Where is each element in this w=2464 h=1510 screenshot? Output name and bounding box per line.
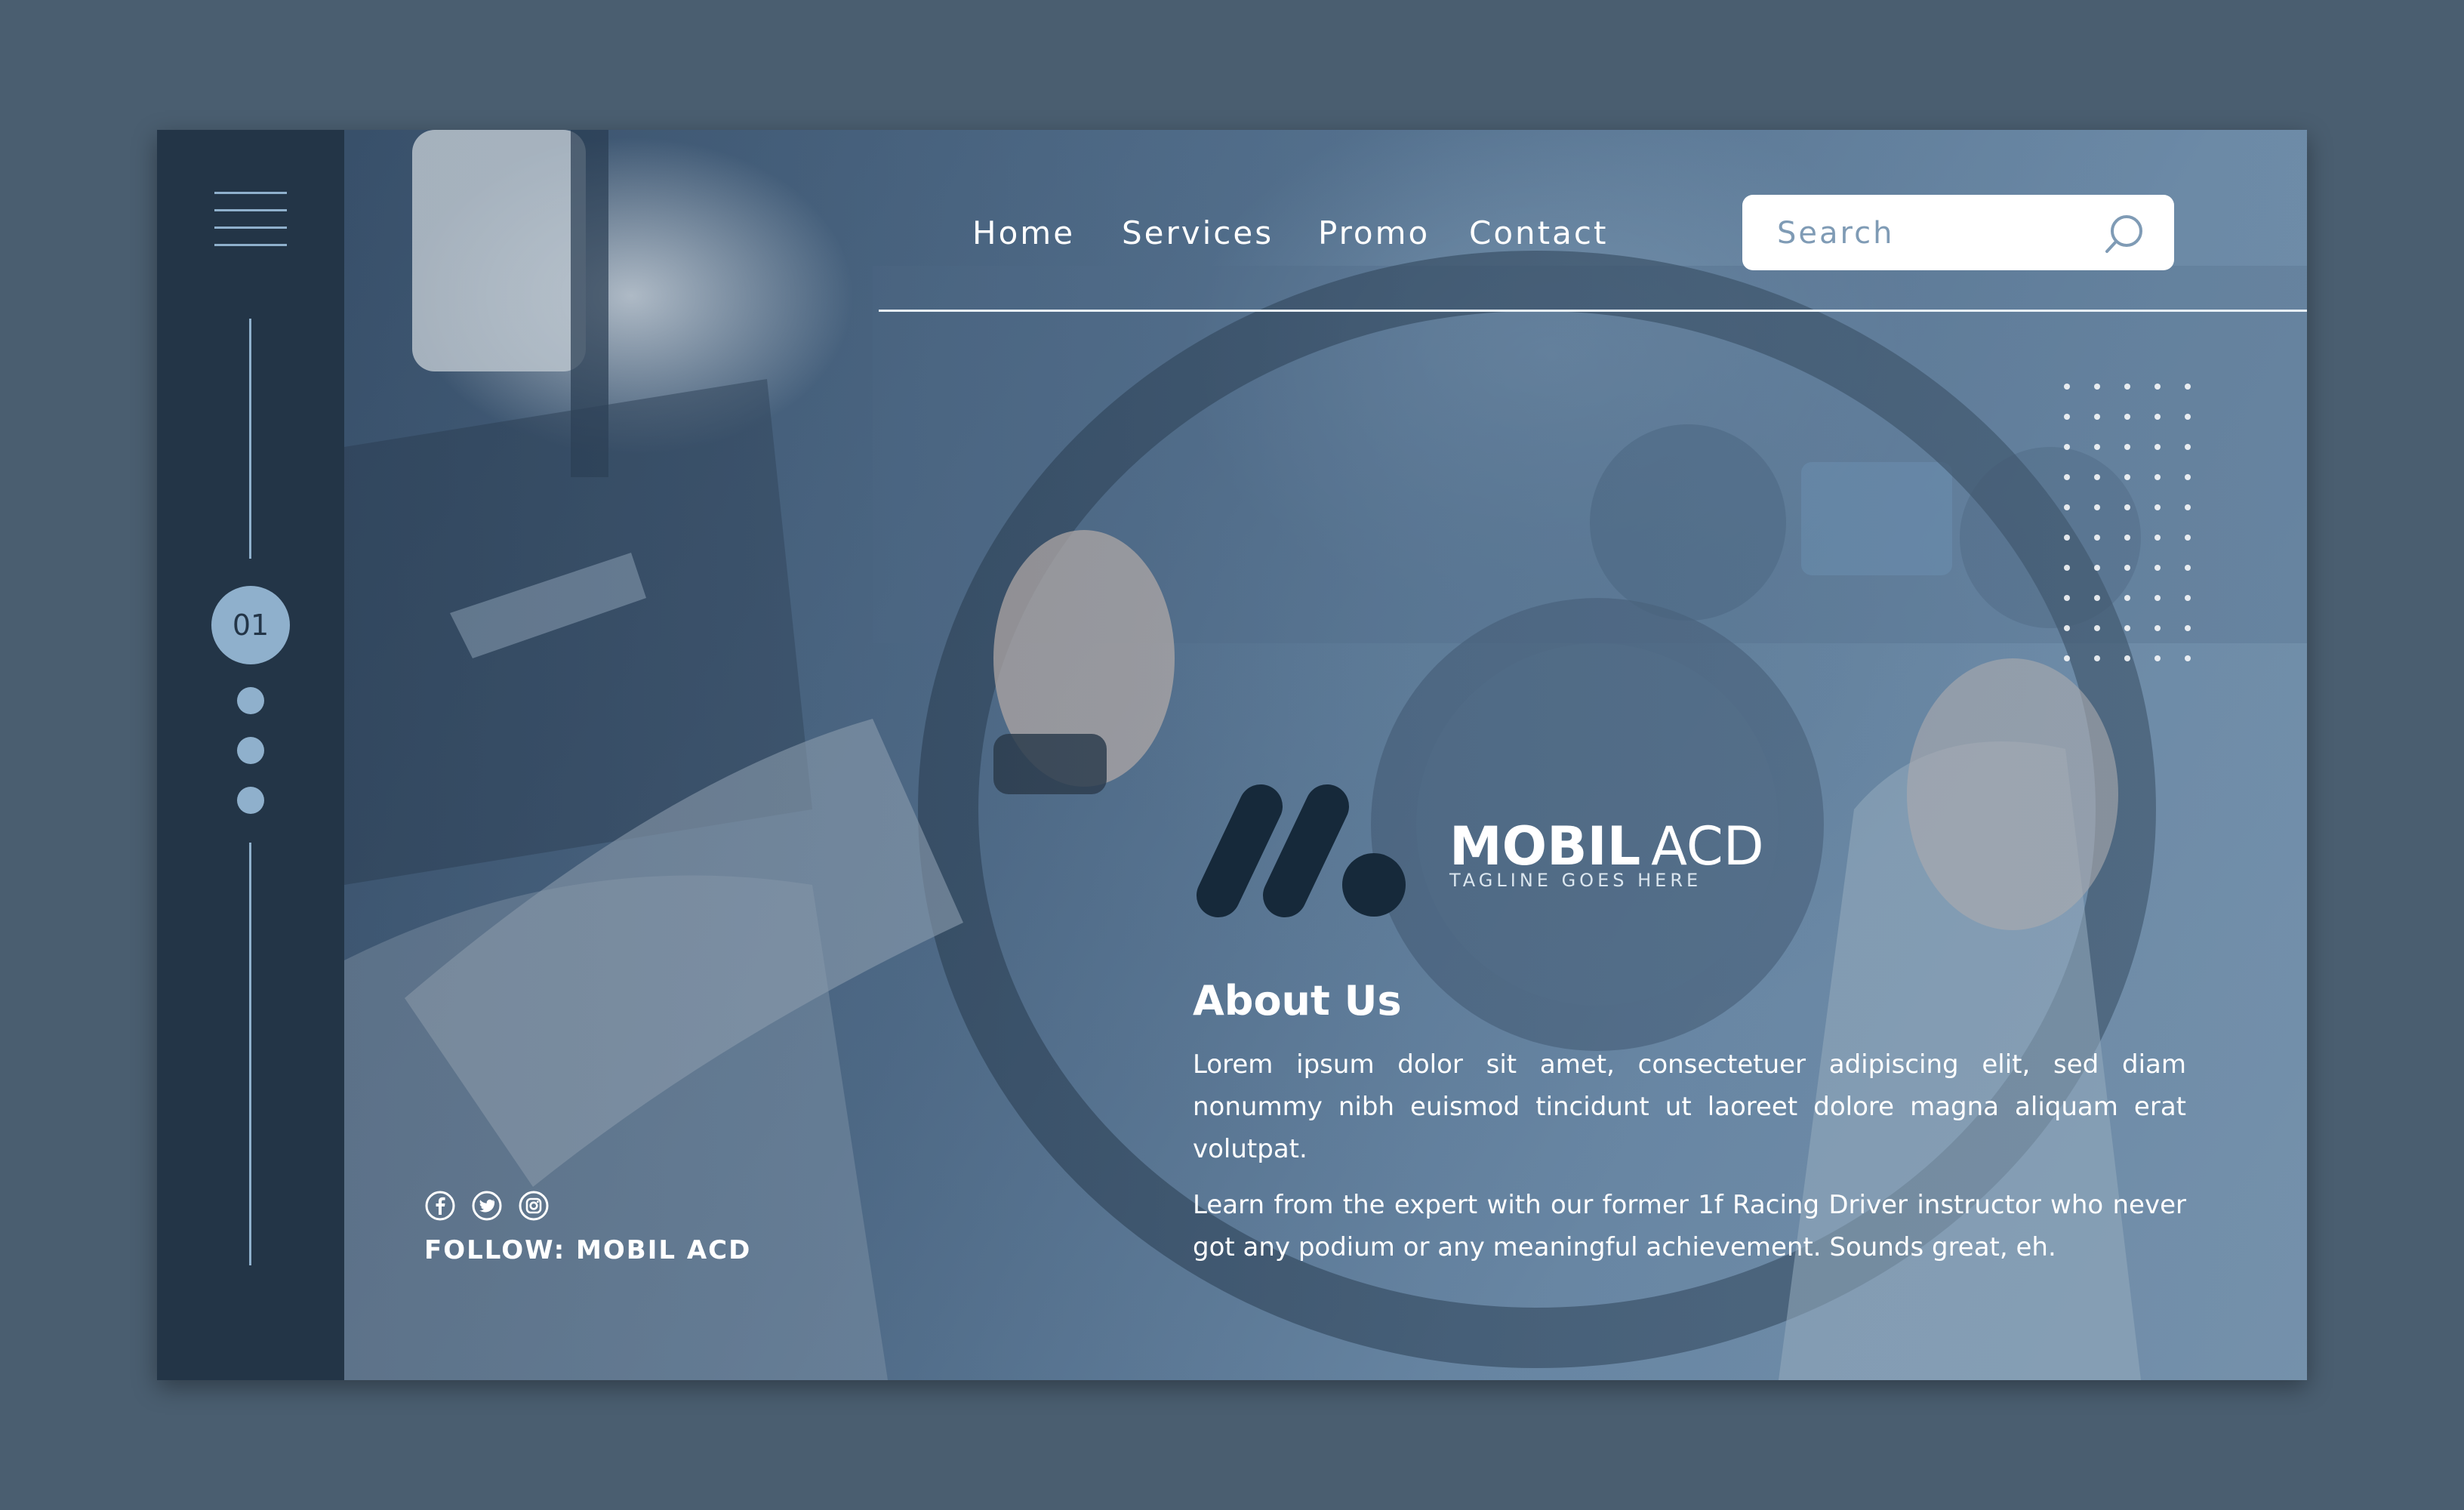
brand-name-bold: MOBIL: [1449, 815, 1641, 877]
search-box: [1742, 195, 2174, 270]
search-icon[interactable]: [2102, 211, 2147, 257]
brand-logo-icon: [1197, 784, 1406, 917]
nav-home[interactable]: Home: [972, 214, 1075, 251]
header-divider: [879, 310, 2307, 312]
nav-promo[interactable]: Promo: [1318, 214, 1430, 251]
nav-services[interactable]: Services: [1122, 214, 1274, 251]
social-links: [424, 1190, 550, 1222]
twitter-icon[interactable]: [471, 1190, 503, 1222]
hamburger-menu-icon[interactable]: [214, 192, 287, 246]
page-number-indicator[interactable]: 01: [211, 586, 290, 664]
about-title: About Us: [1193, 977, 1402, 1025]
instagram-icon[interactable]: [518, 1190, 550, 1222]
about-paragraph-1: Lorem ipsum dolor sit amet, consectetuer…: [1193, 1049, 2186, 1164]
sidebar-divider-top: [249, 319, 251, 559]
search-input[interactable]: [1776, 211, 2096, 255]
pager-dot-4[interactable]: [237, 787, 264, 814]
landing-page-frame: 01 Home Services Promo Contact Search MO…: [157, 130, 2307, 1380]
dot-grid-decoration: [2064, 384, 2191, 661]
about-paragraph-2: Learn from the expert with our former 1f…: [1193, 1190, 2186, 1262]
facebook-icon[interactable]: [424, 1190, 456, 1222]
follow-text: FOLLOW: MOBIL ACD: [424, 1235, 752, 1265]
brand-name-light: ACD: [1651, 815, 1764, 877]
pager-dot-2[interactable]: [237, 687, 264, 714]
sidebar: 01: [157, 130, 344, 1380]
brand-tagline: TAGLINE GOES HERE: [1449, 870, 1702, 891]
pager-dot-3[interactable]: [237, 737, 264, 764]
brand-name: MOBIL ACD: [1449, 815, 1764, 877]
nav-contact[interactable]: Contact: [1469, 214, 1608, 251]
sidebar-divider-bottom: [249, 843, 251, 1265]
